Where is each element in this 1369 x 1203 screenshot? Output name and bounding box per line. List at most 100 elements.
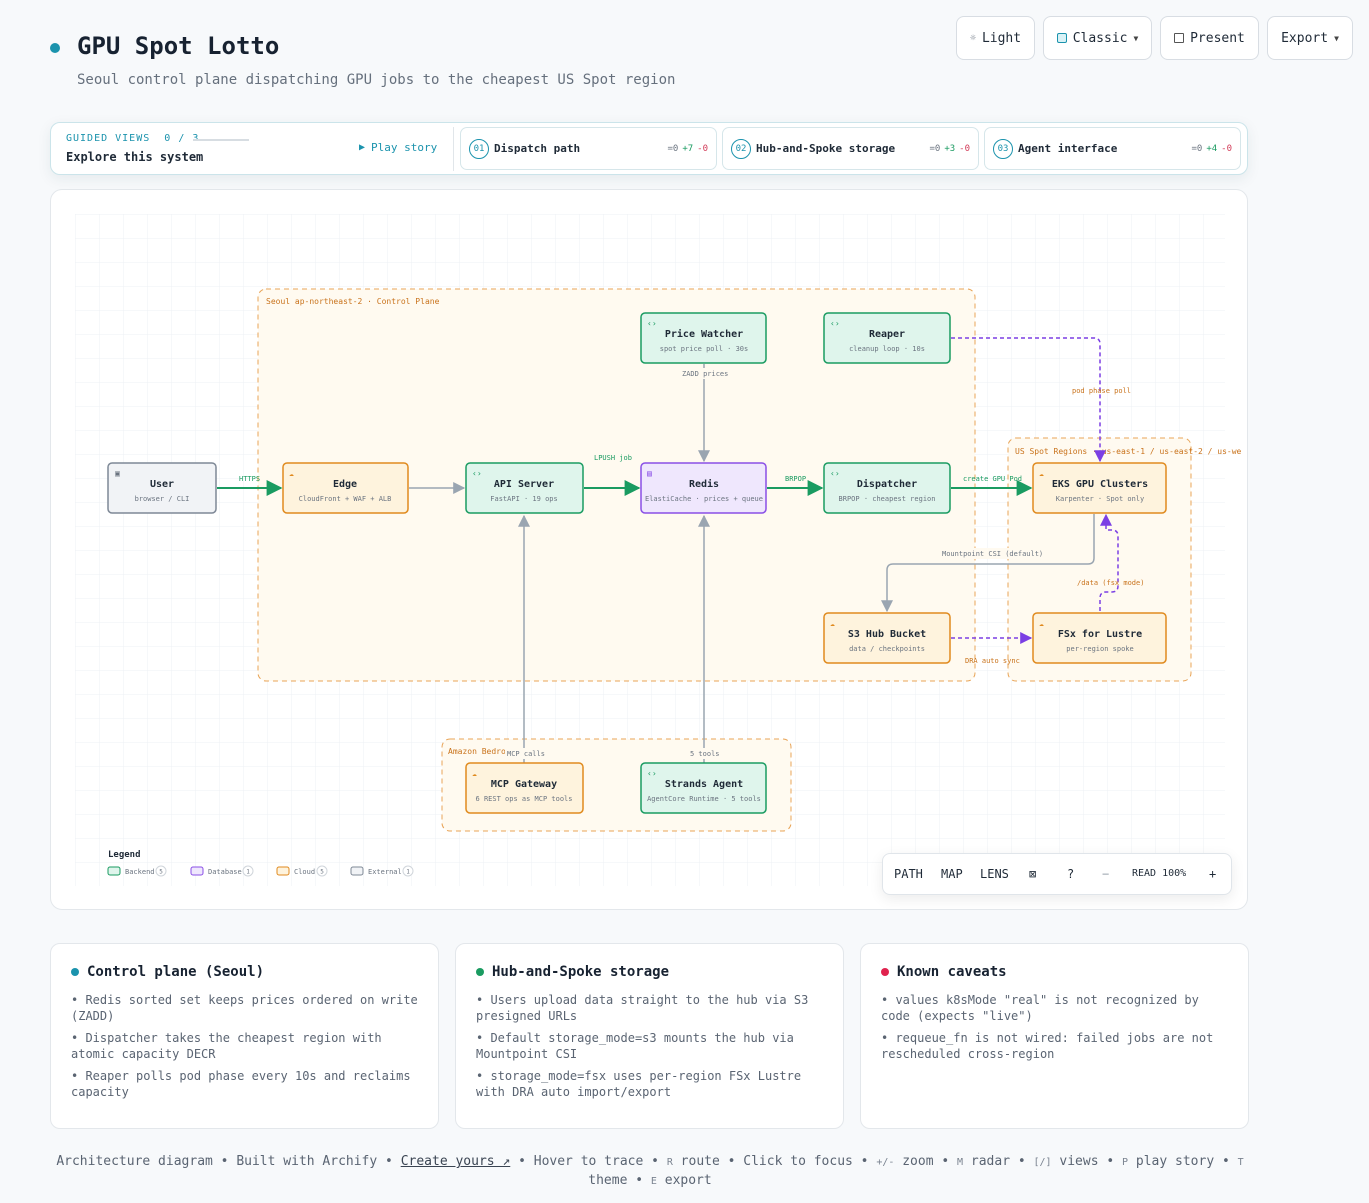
title-status-dot: [50, 43, 60, 53]
code-icon: ‹›: [647, 769, 657, 778]
node-title: Edge: [333, 479, 357, 490]
card-list: • Redis sorted set keeps prices ordered …: [71, 992, 418, 1100]
classic-style-dropdown[interactable]: Classic ▼: [1043, 16, 1152, 60]
node-title: Redis: [689, 478, 719, 490]
play-icon: ▶: [359, 142, 366, 153]
diagram-canvas[interactable]: Seoul ap-northeast-2 · Control Plane US …: [50, 189, 1248, 910]
card-title: Known caveats: [881, 964, 1228, 980]
node-price-watcher[interactable]: ‹› Price Watcher spot price poll · 30s: [640, 312, 767, 364]
export-dropdown[interactable]: Export ▼: [1267, 16, 1353, 60]
lens-button[interactable]: LENS: [980, 867, 1009, 881]
map-button[interactable]: MAP: [941, 867, 963, 881]
classic-swatch-icon: [1056, 33, 1067, 43]
node-api-server[interactable]: ‹› API Server FastAPI · 19 ops: [465, 462, 584, 514]
node-mcp-gateway[interactable]: ☁ MCP Gateway 6 REST ops as MCP tools: [465, 762, 584, 814]
node-subtitle: FastAPI · 19 ops: [490, 495, 557, 503]
code-icon: ‹›: [647, 319, 657, 328]
edge-label-mcp-calls: MCP calls: [507, 750, 545, 758]
footer-text: route • Click to focus •: [672, 1154, 877, 1169]
shortcut-key: [/]: [1033, 1157, 1052, 1168]
view-card-dispatch-path[interactable]: 01 Dispatch path =0 +7 -0: [460, 127, 717, 170]
view-card-agent-interface[interactable]: 03 Agent interface =0 +4 -0: [984, 127, 1241, 170]
node-strands-agent[interactable]: ‹› Strands Agent AgentCore Runtime · 5 t…: [640, 762, 767, 814]
node-title: S3 Hub Bucket: [848, 629, 926, 640]
sun-icon: ☼: [969, 32, 976, 44]
list-item: • values k8sMode "real" is not recognize…: [881, 993, 1199, 1023]
present-icon: [1174, 33, 1185, 43]
card-list: • values k8sMode "real" is not recognize…: [881, 992, 1228, 1062]
list-item: • Users upload data straight to the hub …: [476, 993, 809, 1023]
card-status-dot: [476, 968, 484, 976]
cloud-icon: ☁: [472, 769, 477, 778]
node-subtitle: per-region spoke: [1066, 645, 1133, 653]
edge-label-create-pod: create GPU Pod: [963, 475, 1022, 483]
node-subtitle: CloudFront + WAF + ALB: [299, 495, 392, 503]
footer-text: play story •: [1128, 1154, 1238, 1169]
view-stat-removed: -0: [1221, 143, 1232, 154]
list-item: • Default storage_mode=s3 mounts the hub…: [476, 1031, 794, 1061]
view-stat-removed: -0: [959, 143, 970, 154]
node-subtitle: cleanup loop · 10s: [849, 345, 925, 353]
fit-screen-icon[interactable]: ⊠: [1029, 867, 1036, 881]
card-title-text: Hub-and-Spoke storage: [492, 964, 670, 980]
node-dispatcher[interactable]: ‹› Dispatcher BRPOP · cheapest region: [823, 462, 951, 514]
node-subtitle: Karpenter · Spot only: [1056, 495, 1145, 503]
shortcut-key: T: [1237, 1157, 1244, 1168]
edge-label-brpop: BRPOP: [785, 475, 806, 483]
edge-label-5-tools: 5 tools: [690, 750, 720, 758]
footer-text: radar •: [963, 1154, 1034, 1169]
node-reaper[interactable]: ‹› Reaper cleanup loop · 10s: [823, 312, 951, 364]
node-eks-gpu-clusters[interactable]: ☁ EKS GPU Clusters Karpenter · Spot only: [1032, 462, 1167, 514]
cloud-icon: ☁: [1039, 469, 1044, 478]
node-subtitle: data / checkpoints: [849, 645, 925, 653]
play-story-button[interactable]: ▶ Play story: [359, 141, 437, 154]
node-title: Price Watcher: [665, 328, 743, 340]
view-stat-removed: -0: [697, 143, 708, 154]
edge-label-pod-phase: pod phase poll: [1072, 387, 1131, 395]
legend-label: Backend: [125, 868, 155, 876]
guided-views-label: GUIDED VIEWS 0 / 3: [66, 133, 199, 144]
present-label: Present: [1190, 30, 1245, 46]
node-s3-hub-bucket[interactable]: ☁ S3 Hub Bucket data / checkpoints: [823, 612, 951, 664]
page-title: GPU Spot Lotto: [77, 32, 280, 60]
help-button[interactable]: ?: [1067, 867, 1074, 881]
zoom-in-button[interactable]: +: [1209, 867, 1216, 881]
zoom-level: READ 100%: [1132, 868, 1187, 879]
card-status-dot: [71, 968, 79, 976]
zoom-out-button[interactable]: −: [1102, 867, 1109, 881]
node-title: Reaper: [869, 329, 905, 340]
view-number: 02: [731, 138, 751, 159]
view-number: 03: [993, 138, 1013, 159]
path-button[interactable]: PATH: [894, 867, 923, 881]
node-fsx-lustre[interactable]: ☁ FSx for Lustre per-region spoke: [1032, 612, 1167, 664]
list-item: • Redis sorted set keeps prices ordered …: [71, 993, 418, 1023]
card-known-caveats: Known caveats • values k8sMode "real" is…: [860, 943, 1249, 1129]
chevron-down-icon: ▼: [1133, 33, 1139, 43]
create-yours-link[interactable]: Create yours ↗: [401, 1154, 511, 1169]
card-control-plane: Control plane (Seoul) • Redis sorted set…: [50, 943, 439, 1129]
footer-text: views •: [1051, 1154, 1123, 1169]
cloud-icon: ☁: [1039, 619, 1044, 628]
view-stats: =0 +4 -0: [1191, 144, 1232, 154]
edge-label-lpush: LPUSH job: [594, 454, 632, 462]
architecture-diagram[interactable]: Seoul ap-northeast-2 · Control Plane US …: [51, 190, 1248, 910]
node-redis[interactable]: ▤ Redis ElastiCache · prices + queue: [640, 462, 767, 514]
node-title: Dispatcher: [857, 478, 917, 490]
present-button[interactable]: Present: [1160, 16, 1259, 60]
code-icon: ‹›: [830, 319, 840, 328]
view-stat-added: +7: [682, 143, 694, 154]
card-hub-and-spoke: Hub-and-Spoke storage • Users upload dat…: [455, 943, 844, 1129]
view-card-hub-and-spoke[interactable]: 02 Hub-and-Spoke storage =0 +3 -0: [722, 127, 979, 170]
legend-label: External: [368, 868, 402, 876]
node-title: User: [150, 479, 174, 490]
footer-text: • Hover to trace •: [510, 1154, 667, 1169]
node-edge[interactable]: ☁ Edge CloudFront + WAF + ALB: [282, 462, 409, 514]
classic-style-label: Classic: [1072, 30, 1128, 46]
node-user[interactable]: ▣ User browser / CLI: [107, 462, 217, 514]
view-toolbar: PATH MAP LENS ⊠ ? − READ 100% +: [882, 853, 1232, 895]
view-stats: =0 +3 -0: [929, 144, 970, 154]
view-stat-unchanged: =0: [1191, 143, 1203, 154]
light-theme-button[interactable]: ☼ Light: [956, 16, 1035, 60]
node-title: MCP Gateway: [491, 779, 557, 790]
legend-count: 5: [320, 869, 324, 876]
